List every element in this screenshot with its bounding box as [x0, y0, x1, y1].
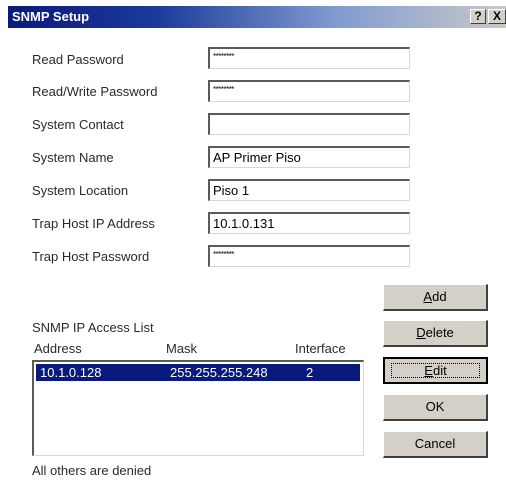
delete-button-mnemonic: D	[416, 325, 426, 340]
system-contact-label: System Contact	[32, 117, 124, 132]
read-password-input[interactable]: ********	[208, 47, 410, 69]
help-button[interactable]: ?	[470, 9, 486, 24]
access-list-box[interactable]: 10.1.0.128 255.255.255.248 2	[32, 360, 364, 456]
trap-host-ip-input[interactable]: 10.1.0.131	[208, 212, 410, 234]
trap-host-password-input[interactable]: ********	[208, 245, 410, 267]
column-header-mask[interactable]: Mask	[166, 341, 197, 356]
access-list-title: SNMP IP Access List	[32, 320, 154, 335]
focus-rectangle	[391, 363, 480, 378]
close-button[interactable]: X	[488, 9, 506, 24]
read-password-label: Read Password	[32, 52, 124, 67]
access-list-footer: All others are denied	[32, 463, 152, 478]
delete-button-label-post: elete	[425, 325, 454, 340]
system-location-input[interactable]: Piso 1	[208, 179, 410, 201]
row-mask: 255.255.255.248	[170, 365, 268, 380]
column-header-address[interactable]: Address	[34, 341, 82, 356]
read-write-password-input[interactable]: ********	[208, 80, 410, 102]
trap-host-password-label: Trap Host Password	[32, 249, 150, 264]
system-name-input[interactable]: AP Primer Piso	[208, 146, 410, 168]
add-button-mnemonic: A	[423, 289, 433, 304]
row-address: 10.1.0.128	[40, 365, 102, 380]
read-write-password-label: Read/Write Password	[32, 84, 158, 99]
window-title: SNMP Setup	[12, 9, 90, 24]
ok-button[interactable]: OK	[383, 394, 488, 421]
add-button-label-post: dd	[432, 289, 447, 304]
trap-host-ip-label: Trap Host IP Address	[32, 216, 155, 231]
add-button[interactable]: Add	[383, 284, 488, 311]
cancel-button[interactable]: Cancel	[383, 431, 488, 458]
delete-button[interactable]: Delete	[383, 320, 488, 347]
system-contact-input[interactable]	[208, 113, 410, 135]
system-name-label: System Name	[32, 150, 114, 165]
edit-button[interactable]: Edit	[383, 357, 488, 384]
table-row[interactable]: 10.1.0.128 255.255.255.248 2	[36, 364, 360, 381]
system-location-label: System Location	[32, 183, 129, 198]
column-header-interface[interactable]: Interface	[295, 341, 346, 356]
snmp-setup-dialog: SNMP Setup ? X Read Password Read/Write …	[0, 0, 506, 482]
title-bar[interactable]: SNMP Setup ? X	[8, 6, 506, 28]
row-interface: 2	[306, 365, 314, 380]
